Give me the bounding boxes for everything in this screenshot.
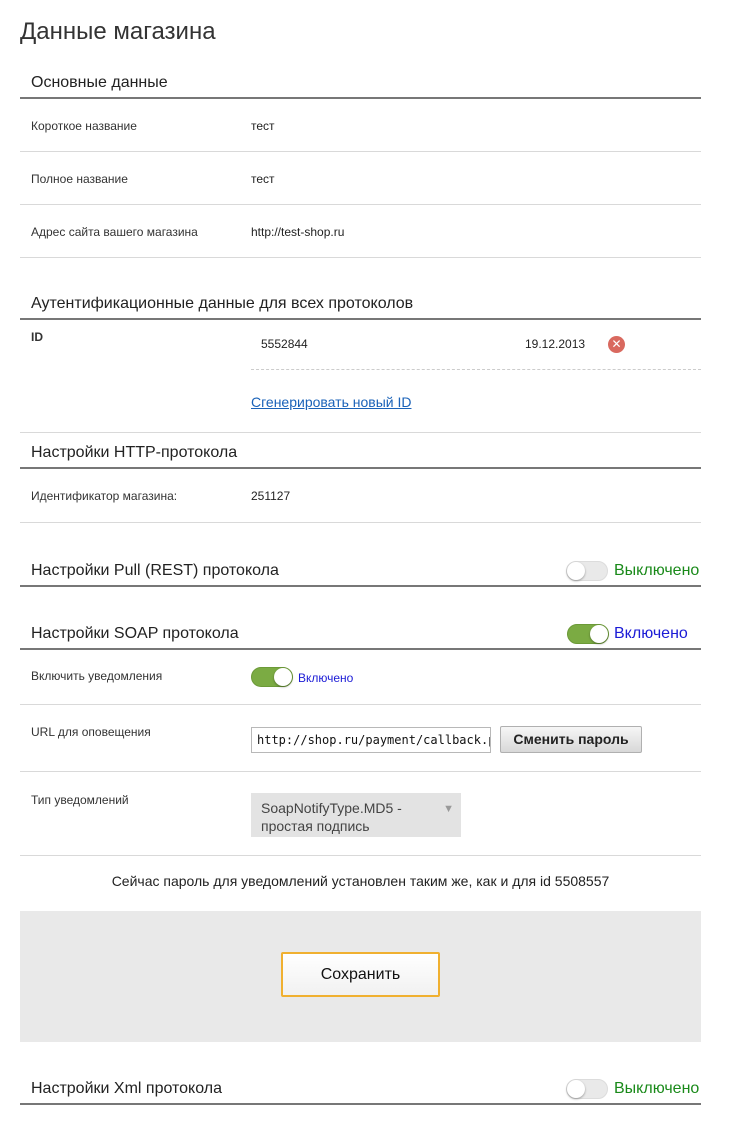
- toggle-knob: [590, 625, 608, 643]
- row-divider: [20, 704, 701, 705]
- toggle-knob: [567, 562, 585, 580]
- row-divider: [20, 522, 701, 523]
- row-divider: [20, 204, 701, 205]
- section-title-http: Настройки HTTP-протокола: [31, 444, 238, 461]
- url-label: URL для оповещения: [31, 725, 151, 739]
- row-divider: [20, 432, 701, 433]
- section-title-basic: Основные данные: [31, 74, 168, 91]
- notify-toggle[interactable]: [251, 667, 293, 687]
- full-name-value: тест: [251, 172, 275, 186]
- notify-type-select[interactable]: SoapNotifyType.MD5 - простая подпись ▼: [251, 793, 461, 837]
- short-name-label: Короткое название: [31, 119, 137, 133]
- toggle-knob: [274, 668, 292, 686]
- site-address-value: http://test-shop.ru: [251, 225, 345, 239]
- row-divider: [20, 855, 701, 856]
- id-date: 19.12.2013: [525, 337, 586, 351]
- notify-status: Включено: [298, 671, 354, 685]
- id-label: ID: [31, 330, 43, 344]
- site-address-label: Адрес сайта вашего магазина: [31, 225, 198, 239]
- section-divider: [20, 467, 701, 469]
- row-divider: [20, 257, 701, 258]
- section-divider: [20, 1103, 701, 1105]
- callback-url-input[interactable]: http://shop.ru/payment/callback.php: [251, 727, 491, 753]
- xml-toggle[interactable]: [566, 1079, 608, 1099]
- generate-id-link[interactable]: Сгенерировать новый ID: [251, 394, 411, 410]
- password-note: Сейчас пароль для уведомлений установлен…: [111, 873, 610, 889]
- toggle-knob: [567, 1080, 585, 1098]
- section-divider: [20, 318, 701, 320]
- notify-type-label: Тип уведомлений: [31, 793, 129, 807]
- shop-id-value: 251127: [251, 489, 291, 503]
- shop-id-label: Идентификатор магазина:: [31, 489, 178, 503]
- soap-toggle[interactable]: [567, 624, 609, 644]
- xml-status: Выключено: [614, 1080, 700, 1097]
- dashed-divider: [251, 369, 701, 370]
- row-divider: [20, 151, 701, 152]
- arrow-down-icon: ▼: [443, 803, 454, 815]
- section-title-soap: Настройки SOAP протокола: [31, 625, 239, 642]
- section-divider: [20, 585, 701, 587]
- page-title: Данные магазина: [20, 18, 216, 45]
- section-divider: [20, 97, 701, 99]
- section-divider: [20, 648, 701, 650]
- close-icon[interactable]: ✕: [608, 336, 625, 353]
- notify-type-value: SoapNotifyType.MD5 - простая подпись: [261, 800, 402, 834]
- section-title-xml: Настройки Xml протокола: [31, 1080, 223, 1097]
- id-value: 5552844: [261, 337, 308, 351]
- pull-status: Выключено: [614, 562, 700, 579]
- change-password-button[interactable]: Сменить пароль: [500, 726, 642, 753]
- save-button[interactable]: Сохранить: [281, 952, 440, 997]
- full-name-label: Полное название: [31, 172, 128, 186]
- section-title-auth: Аутентификационные данные для всех прото…: [31, 295, 414, 312]
- soap-status: Включено: [614, 625, 688, 642]
- pull-toggle[interactable]: [566, 561, 608, 581]
- section-title-pull: Настройки Pull (REST) протокола: [31, 562, 279, 579]
- short-name-value: тест: [251, 119, 275, 133]
- row-divider: [20, 771, 701, 772]
- notify-label: Включить уведомления: [31, 669, 163, 683]
